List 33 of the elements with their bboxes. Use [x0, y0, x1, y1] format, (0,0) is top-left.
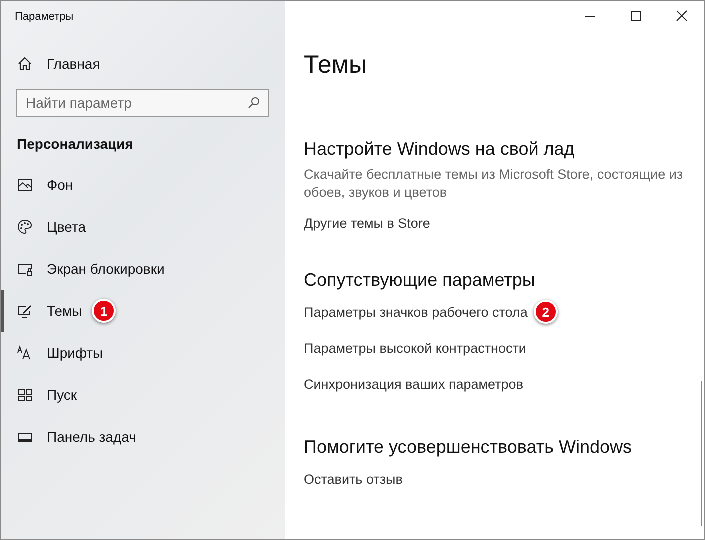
nav-item[interactable]: Цвета	[1, 206, 285, 248]
section-heading: Настройте Windows на свой лад	[304, 139, 576, 160]
home-icon	[17, 56, 33, 72]
nav-item[interactable]: Пуск	[1, 374, 285, 416]
step-badge: 1	[92, 299, 116, 323]
picture-icon	[17, 177, 33, 193]
settings-link[interactable]: Параметры высокой контрастности	[304, 340, 526, 356]
palette-icon	[17, 219, 33, 235]
search-field[interactable]: Найти параметр	[16, 89, 269, 117]
section-heading: Персонализация	[17, 136, 134, 153]
window-title: Параметры	[14, 10, 75, 25]
settings-link[interactable]: Другие темы в Store	[304, 216, 430, 230]
maximize-icon[interactable]	[630, 10, 642, 22]
nav-item[interactable]: Шрифты	[1, 332, 285, 374]
search-icon	[248, 97, 260, 109]
section-heading: Помогите усовершенствовать Windows	[304, 437, 634, 458]
nav-item[interactable]: Панель задач	[1, 416, 285, 458]
settings-link[interactable]: Оставить отзыв	[304, 472, 403, 486]
fonts-icon	[17, 345, 33, 361]
page-title: Темы	[304, 51, 368, 80]
scrollbar[interactable]	[701, 381, 702, 526]
nav-item[interactable]: Фон	[1, 164, 285, 206]
section-heading: Сопутствующие параметры	[304, 270, 536, 291]
close-icon[interactable]	[676, 10, 688, 22]
lock-screen-icon	[17, 261, 33, 277]
brush-monitor-icon	[17, 303, 33, 319]
description-text: Скачайте бесплатные темы из Microsoft Store, состоящие из обоев, звуков и цветов	[304, 166, 684, 202]
step-badge: 2	[534, 300, 558, 324]
tiles-icon	[17, 387, 33, 403]
home-link[interactable]: Главная	[1, 49, 285, 79]
settings-link[interactable]: Синхронизация ваших параметров	[304, 376, 524, 392]
settings-link[interactable]: Параметры значков рабочего стола	[304, 304, 528, 320]
nav-item[interactable]: Экран блокировки	[1, 248, 285, 290]
